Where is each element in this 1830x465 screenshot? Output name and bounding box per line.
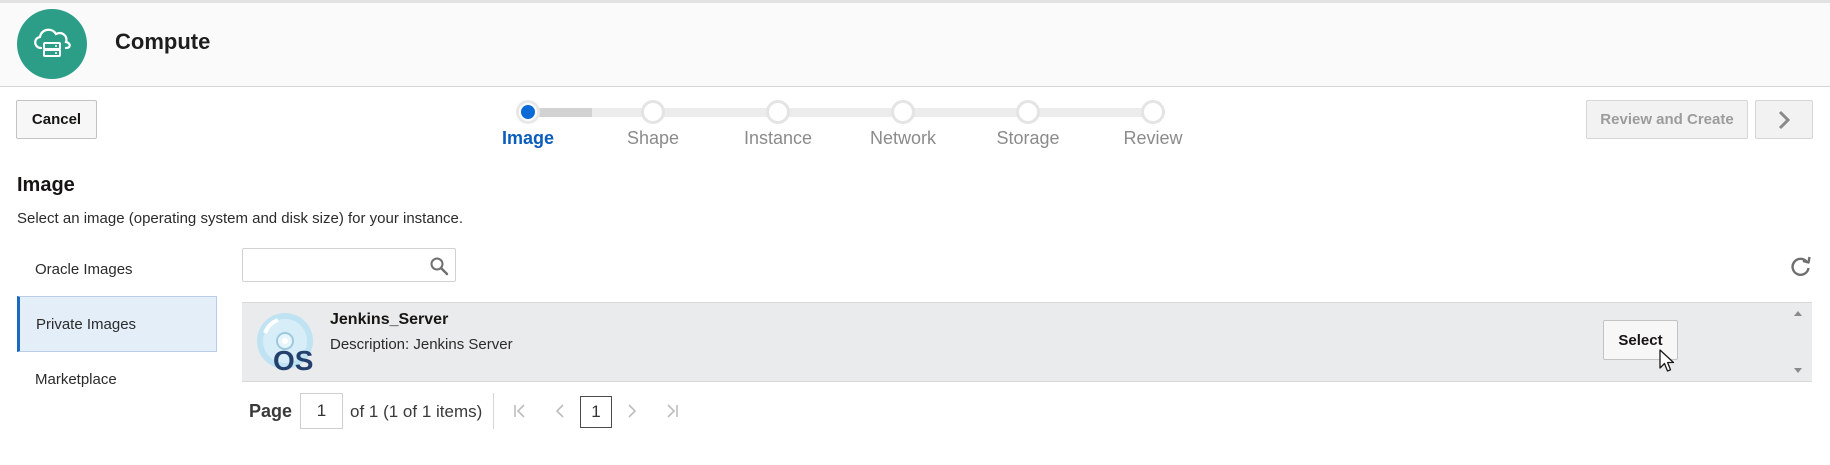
cancel-button[interactable]: Cancel <box>16 100 97 139</box>
search-icon[interactable] <box>429 256 449 276</box>
scroll-down-icon[interactable] <box>1793 367 1803 375</box>
sidebar-item-marketplace[interactable]: Marketplace <box>17 351 217 407</box>
train-stop-shape[interactable] <box>641 100 665 124</box>
train-label-network[interactable]: Network <box>848 128 958 149</box>
train-label-storage[interactable]: Storage <box>973 128 1083 149</box>
section-description: Select an image (operating system and di… <box>17 210 464 227</box>
first-page-icon[interactable] <box>511 402 529 420</box>
image-list: OS Jenkins_Server Description: Jenkins S… <box>242 302 1812 382</box>
train-label-instance[interactable]: Instance <box>723 128 833 149</box>
cloud-server-icon <box>17 9 87 79</box>
train-stop-image[interactable] <box>516 100 540 124</box>
page-number-input[interactable] <box>300 393 343 429</box>
sidebar-item-label: Private Images <box>36 315 137 333</box>
svg-text:OS: OS <box>273 345 313 373</box>
os-disc-icon: OS <box>257 313 313 373</box>
last-page-icon[interactable] <box>663 402 681 420</box>
train-stop-storage[interactable] <box>1016 100 1040 124</box>
train-label-image[interactable]: Image <box>473 128 583 149</box>
section-title: Image <box>17 174 75 196</box>
app-header: Compute <box>0 3 1830 87</box>
page-label: Page <box>249 401 293 421</box>
sidebar-item-oracle-images[interactable]: Oracle Images <box>17 241 217 297</box>
train-rail <box>592 108 1153 117</box>
current-page-button[interactable]: 1 <box>580 396 612 428</box>
scroll-up-icon[interactable] <box>1793 309 1803 317</box>
sidebar-item-label: Oracle Images <box>35 260 133 278</box>
image-description: Description: Jenkins Server <box>330 336 513 353</box>
train-label-shape[interactable]: Shape <box>598 128 708 149</box>
previous-page-icon[interactable] <box>551 402 569 420</box>
train-stop-instance[interactable] <box>766 100 790 124</box>
pagination: Page of 1 (1 of 1 items) 1 <box>242 393 702 429</box>
pager-divider <box>493 393 494 429</box>
sidebar-item-private-images[interactable]: Private Images <box>17 296 217 352</box>
page-summary: of 1 (1 of 1 items) <box>350 402 483 421</box>
next-button[interactable] <box>1755 100 1813 139</box>
page-title: Compute <box>115 29 211 54</box>
refresh-icon[interactable] <box>1790 255 1812 277</box>
train-stop-review[interactable] <box>1141 100 1165 124</box>
chevron-right-icon <box>1778 110 1791 129</box>
search-field[interactable] <box>242 248 456 282</box>
search-input[interactable] <box>249 253 419 277</box>
next-page-icon[interactable] <box>623 402 641 420</box>
train-label-review[interactable]: Review <box>1098 128 1208 149</box>
review-and-create-button[interactable]: Review and Create <box>1586 100 1748 139</box>
mouse-pointer-icon <box>1659 349 1675 372</box>
sidebar-item-label: Marketplace <box>35 370 117 388</box>
train-stop-network[interactable] <box>891 100 915 124</box>
image-name: Jenkins_Server <box>330 311 449 328</box>
